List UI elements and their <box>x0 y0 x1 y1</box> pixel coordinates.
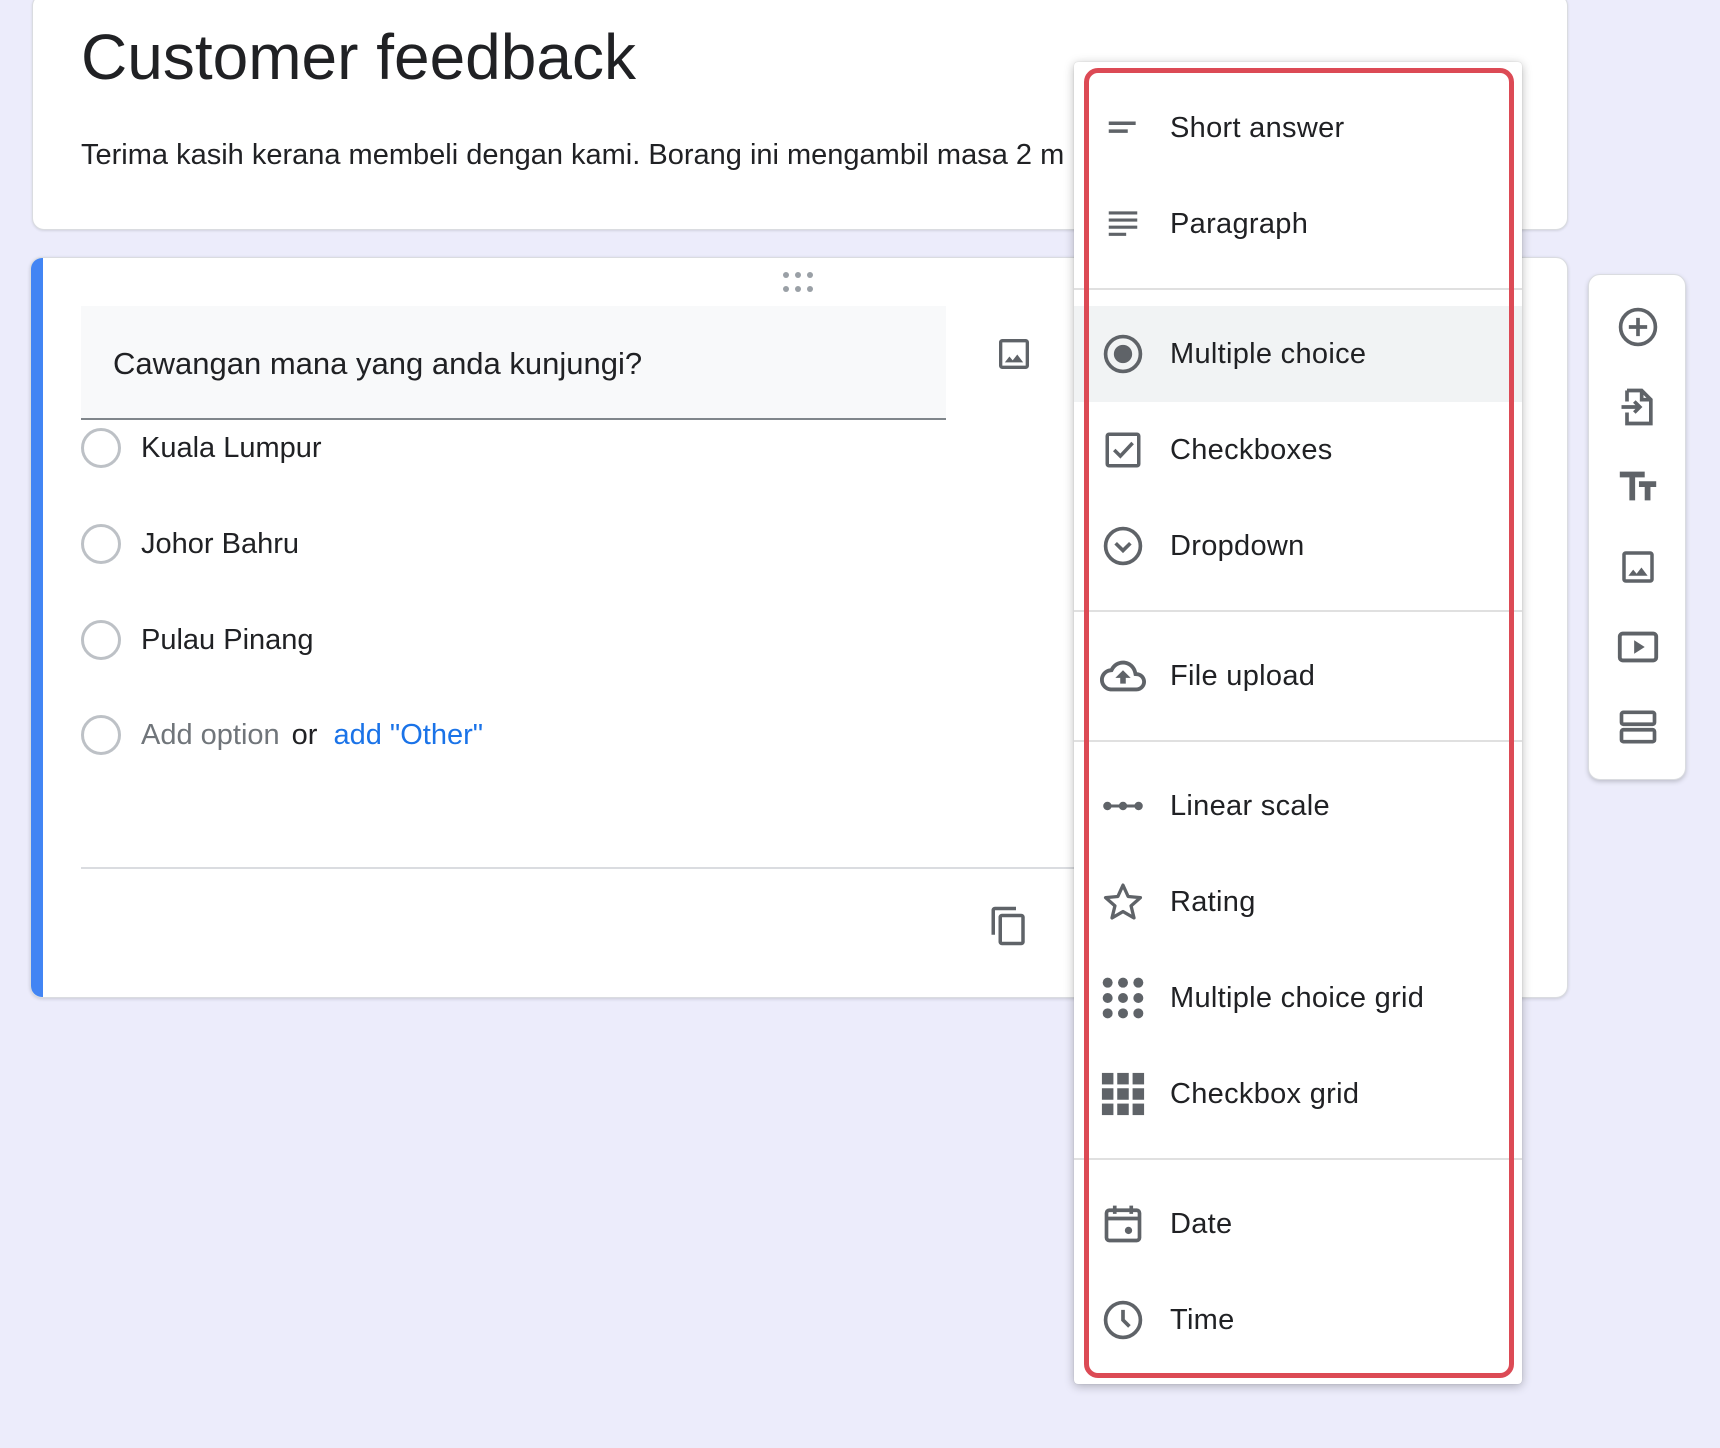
menu-divider <box>1074 610 1522 612</box>
menu-item-checkbox-grid[interactable]: Checkbox grid <box>1074 1046 1522 1142</box>
add-section-icon[interactable] <box>1608 697 1668 757</box>
menu-divider <box>1074 288 1522 290</box>
list-item[interactable]: Kuala Lumpur <box>81 424 322 472</box>
menu-item-time[interactable]: Time <box>1074 1272 1522 1368</box>
form-description[interactable]: Terima kasih kerana membeli dengan kami.… <box>81 135 1064 175</box>
add-other-link[interactable]: add "Other" <box>333 719 483 752</box>
option-label[interactable]: Kuala Lumpur <box>141 432 322 465</box>
list-item[interactable]: Pulau Pinang <box>81 616 314 664</box>
active-question-indicator <box>31 258 43 997</box>
clock-icon <box>1098 1295 1148 1345</box>
menu-item-label: Linear scale <box>1170 789 1330 822</box>
menu-item-multiple-choice-grid[interactable]: Multiple choice grid <box>1074 950 1522 1046</box>
menu-item-label: File upload <box>1170 659 1316 692</box>
menu-item-label: Paragraph <box>1170 207 1309 240</box>
radio-button-icon <box>1098 329 1148 379</box>
menu-item-paragraph[interactable]: Paragraph <box>1074 176 1522 272</box>
calendar-icon <box>1098 1199 1148 1249</box>
add-option-row: Add option or add "Other" <box>81 711 483 759</box>
menu-divider <box>1074 1158 1522 1160</box>
star-icon <box>1098 877 1148 927</box>
cloud-upload-icon <box>1098 651 1148 701</box>
menu-item-label: Multiple choice <box>1170 337 1367 370</box>
menu-item-short-answer[interactable]: Short answer <box>1074 80 1522 176</box>
short-text-icon <box>1098 103 1148 153</box>
menu-item-label: Time <box>1170 1303 1235 1336</box>
menu-item-label: Checkboxes <box>1170 433 1333 466</box>
menu-item-label: Short answer <box>1170 111 1345 144</box>
radio-circle-icon <box>81 715 121 755</box>
add-image-icon[interactable] <box>986 326 1042 382</box>
dot-grid-icon <box>1098 973 1148 1023</box>
menu-item-checkboxes[interactable]: Checkboxes <box>1074 402 1522 498</box>
add-image-icon[interactable] <box>1608 537 1668 597</box>
question-title-input[interactable]: Cawangan mana yang anda kunjungi? <box>81 306 946 420</box>
add-video-icon[interactable] <box>1608 617 1668 677</box>
paragraph-icon <box>1098 199 1148 249</box>
dropdown-circle-icon <box>1098 521 1148 571</box>
or-text: or <box>291 718 318 751</box>
list-item[interactable]: Johor Bahru <box>81 520 299 568</box>
add-title-icon[interactable] <box>1608 457 1668 517</box>
menu-item-label: Date <box>1170 1207 1233 1240</box>
menu-item-label: Rating <box>1170 885 1256 918</box>
import-questions-icon[interactable] <box>1608 377 1668 437</box>
radio-circle-icon <box>81 524 121 564</box>
checkbox-icon <box>1098 425 1148 475</box>
linear-scale-icon <box>1098 781 1148 831</box>
menu-item-rating[interactable]: Rating <box>1074 854 1522 950</box>
menu-item-date[interactable]: Date <box>1074 1176 1522 1272</box>
form-title[interactable]: Customer feedback <box>81 19 636 95</box>
duplicate-icon[interactable] <box>981 898 1037 954</box>
add-option-input[interactable]: Add option <box>141 719 280 752</box>
menu-item-label: Checkbox grid <box>1170 1077 1360 1110</box>
option-label[interactable]: Johor Bahru <box>141 528 299 561</box>
add-question-icon[interactable] <box>1608 297 1668 357</box>
question-type-menu: Short answer Paragraph Multiple choice C… <box>1074 62 1522 1384</box>
radio-circle-icon <box>81 428 121 468</box>
menu-item-multiple-choice[interactable]: Multiple choice <box>1074 306 1522 402</box>
floating-toolbar <box>1588 274 1686 780</box>
menu-item-linear-scale[interactable]: Linear scale <box>1074 758 1522 854</box>
menu-item-label: Dropdown <box>1170 529 1305 562</box>
menu-divider <box>1074 740 1522 742</box>
menu-item-file-upload[interactable]: File upload <box>1074 628 1522 724</box>
drag-handle-icon[interactable] <box>783 272 819 294</box>
menu-item-label: Multiple choice grid <box>1170 981 1425 1014</box>
square-grid-icon <box>1098 1069 1148 1119</box>
radio-circle-icon <box>81 620 121 660</box>
menu-item-dropdown[interactable]: Dropdown <box>1074 498 1522 594</box>
option-label[interactable]: Pulau Pinang <box>141 624 314 657</box>
